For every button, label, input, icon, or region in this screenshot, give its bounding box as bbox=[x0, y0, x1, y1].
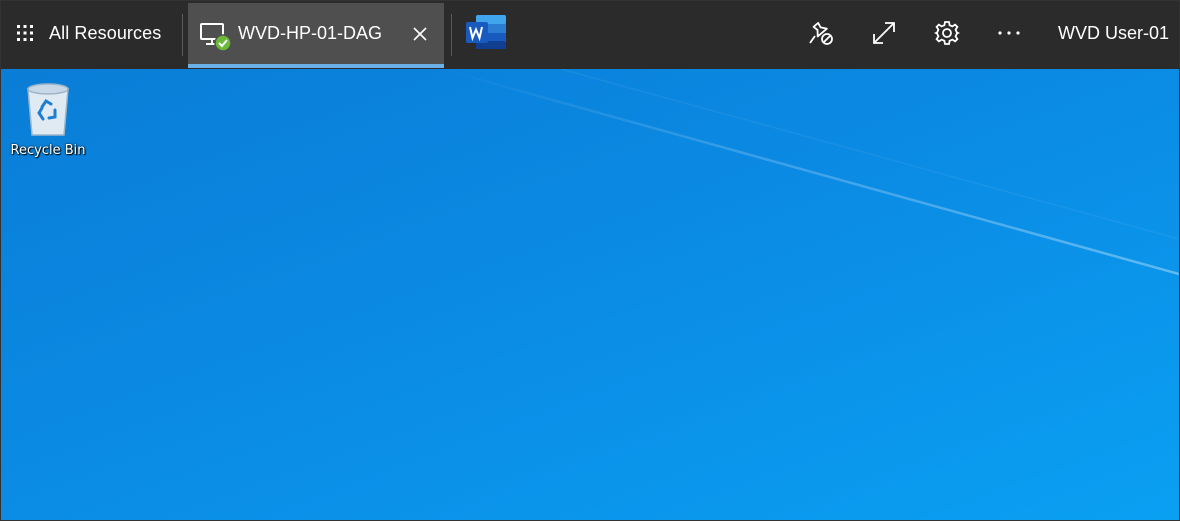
divider bbox=[451, 14, 452, 56]
all-resources-button[interactable]: All Resources bbox=[15, 1, 161, 65]
divider bbox=[182, 14, 183, 56]
active-tab-indicator bbox=[188, 64, 444, 68]
recycle-bin-shortcut[interactable]: Recycle Bin bbox=[7, 79, 89, 165]
more-options-icon[interactable] bbox=[995, 19, 1023, 47]
all-resources-label: All Resources bbox=[49, 22, 162, 43]
remote-desktop-canvas[interactable]: Recycle Bin bbox=[1, 69, 1179, 520]
app-grid-icon bbox=[17, 25, 33, 41]
unpin-icon[interactable] bbox=[807, 19, 835, 47]
wallpaper-light-beam bbox=[1, 69, 1179, 520]
top-bar: All Resources WVD-HP-01-DAG WVD User-01 bbox=[1, 1, 1179, 69]
remote-desktop-connected-icon bbox=[200, 23, 232, 52]
tab-wvd-hp-01-dag[interactable]: WVD-HP-01-DAG bbox=[188, 3, 444, 68]
settings-gear-icon[interactable] bbox=[933, 19, 961, 47]
user-account-label[interactable]: WVD User-01 bbox=[1058, 23, 1169, 44]
remote-desktop-window: All Resources WVD-HP-01-DAG WVD User-01 … bbox=[0, 0, 1180, 521]
word-app-icon[interactable] bbox=[464, 13, 508, 51]
fullscreen-icon[interactable] bbox=[870, 19, 898, 47]
close-icon[interactable] bbox=[412, 26, 428, 42]
recycle-bin-icon bbox=[27, 83, 69, 136]
recycle-bin-label: Recycle Bin bbox=[10, 143, 86, 158]
tab-label: WVD-HP-01-DAG bbox=[238, 23, 383, 43]
